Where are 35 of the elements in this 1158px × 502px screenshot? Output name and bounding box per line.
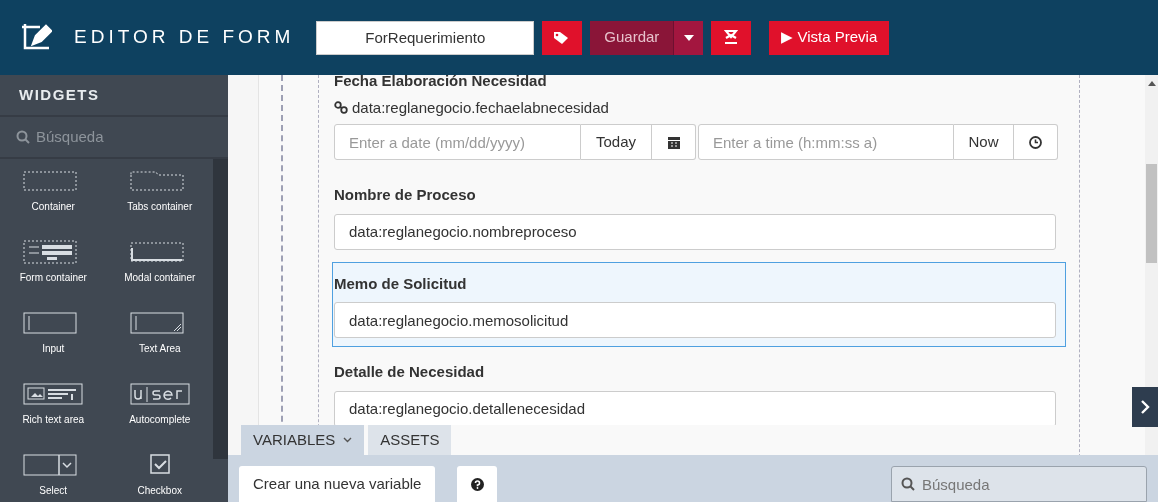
variable-search-field[interactable]: Búsqueda <box>891 466 1147 502</box>
widget-item[interactable]: Text Area <box>106 309 213 380</box>
widget-search-field[interactable]: Búsqueda <box>36 125 206 149</box>
widget-item[interactable]: Checkbox <box>106 451 213 502</box>
widget-item[interactable]: Modal container <box>106 238 213 309</box>
form-field-group[interactable]: Memo de Solicitud data:reglanegocio.memosolicitud <box>332 261 1066 347</box>
save-button[interactable]: Guardar <box>590 20 674 55</box>
preview-button[interactable]: ▶ Vista Previa <box>769 20 890 55</box>
text-field[interactable]: data:reglanegocio.nombreproceso <box>334 213 1056 250</box>
form-field-group[interactable]: Detalle de Necesidad data:reglanegocio.detallenecesidad <box>332 350 1066 425</box>
widget-item[interactable]: Autocomplete <box>106 380 213 451</box>
quick-fill-button[interactable]: Today <box>581 124 652 160</box>
app-title: EDITOR DE FORM <box>74 25 295 50</box>
form-field-group[interactable]: Fecha Elaboración Necesidad data:reglanegocio.fechaelabnecesidad Enter a date (mm/dd/yyyy) Today Enter a time (h:mm:ss a) Now <box>332 75 1066 173</box>
quick-fill-button[interactable]: Now <box>954 124 1014 160</box>
widget-item[interactable]: Tabs container <box>106 167 213 238</box>
field-label: Nombre de Proceso <box>334 185 476 205</box>
widget-item[interactable]: Input <box>0 309 107 380</box>
binding-text: data:reglanegocio.fechaelabnecesidad <box>352 97 609 118</box>
panel-tab[interactable]: ASSETS <box>368 425 452 455</box>
widget-item[interactable]: Rich text area <box>0 380 107 451</box>
field-label: Fecha Elaboración Necesidad <box>334 75 547 91</box>
form-name-field[interactable]: ForRequerimiento <box>316 20 535 55</box>
date-time-field[interactable]: Enter a date (mm/dd/yyyy) <box>334 124 581 160</box>
text-field[interactable]: data:reglanegocio.detallenecesidad <box>334 390 1056 425</box>
widget-item[interactable]: Container <box>0 167 107 238</box>
form-field-group[interactable]: Nombre de Proceso data:reglanegocio.nombreproceso <box>332 173 1066 259</box>
panel-tab[interactable]: VARIABLES <box>241 425 365 455</box>
field-label: Detalle de Necesidad <box>334 362 485 382</box>
field-label: Memo de Solicitud <box>334 273 467 294</box>
widget-item[interactable]: Form container <box>0 238 107 309</box>
text-field[interactable]: data:reglanegocio.memosolicitud <box>334 302 1056 338</box>
widget-item[interactable]: Select <box>0 451 107 502</box>
create-variable-button[interactable]: Crear una nueva variable <box>239 466 436 502</box>
date-time-field[interactable]: Enter a time (h:mm:ss a) <box>698 124 954 160</box>
